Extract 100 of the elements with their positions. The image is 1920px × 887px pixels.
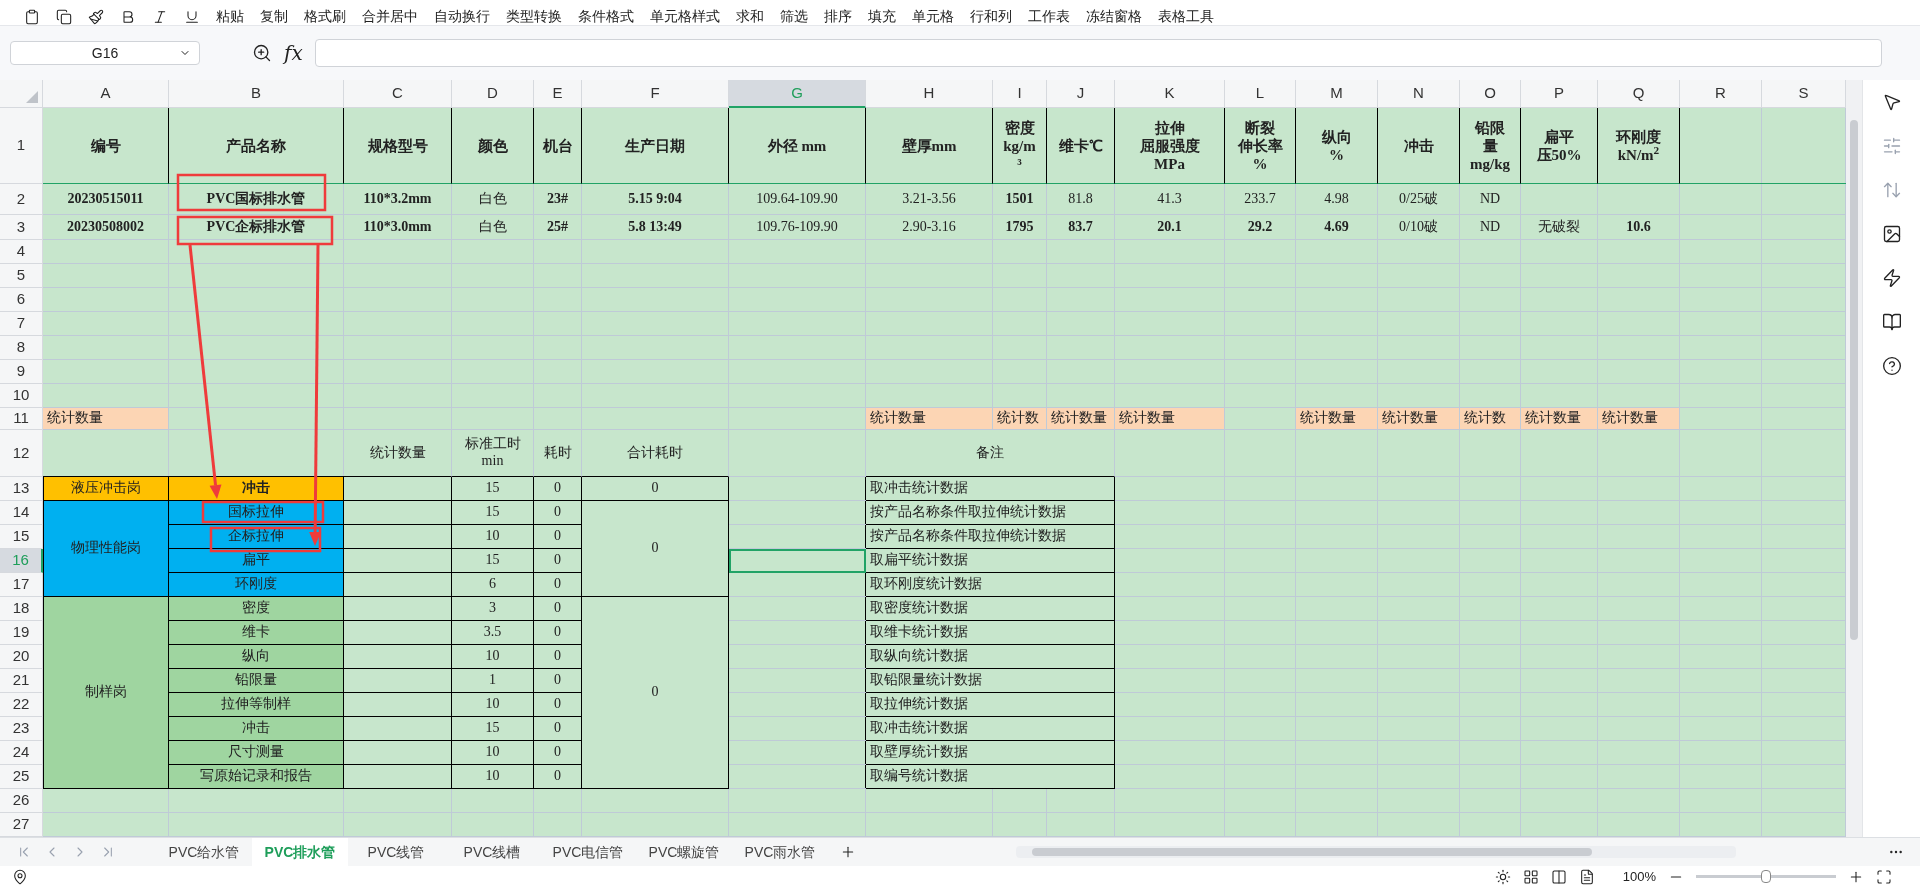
row-header[interactable]: 18 — [0, 597, 43, 621]
sheet-tab[interactable]: PVC线槽 — [444, 837, 540, 867]
row-header[interactable]: 19 — [0, 621, 43, 645]
toolbar-button[interactable]: 冻结窗格 — [1086, 7, 1142, 25]
add-sheet-icon[interactable] — [840, 844, 856, 860]
table-cell: 冲击 — [169, 717, 344, 741]
zoom-slider-thumb[interactable] — [1761, 870, 1771, 883]
underline-icon[interactable] — [184, 9, 200, 25]
image-icon[interactable] — [1881, 224, 1902, 244]
toolbar-button[interactable]: 填充 — [868, 7, 896, 25]
column-header[interactable]: E — [534, 80, 582, 108]
row-header[interactable]: 12 — [0, 430, 43, 477]
table-cell: 纵向 — [169, 645, 344, 669]
row-header[interactable]: 14 — [0, 501, 43, 525]
sheet-tab[interactable]: PVC线管 — [348, 837, 444, 867]
normal-view-icon[interactable] — [1522, 868, 1539, 885]
lightning-icon[interactable] — [1881, 268, 1902, 288]
page-break-view-icon[interactable] — [1550, 868, 1567, 885]
column-header[interactable]: N — [1378, 80, 1460, 108]
column-header[interactable]: L — [1225, 80, 1296, 108]
column-header[interactable]: O — [1460, 80, 1521, 108]
zoom-icon[interactable] — [252, 43, 272, 63]
table-cell: 统计数量 — [1115, 408, 1225, 430]
sheet-tab[interactable]: PVC排水管 — [252, 837, 348, 867]
page-view-icon[interactable] — [1578, 868, 1595, 885]
row-header[interactable]: 23 — [0, 717, 43, 741]
sheet-tab[interactable]: PVC螺旋管 — [636, 837, 732, 867]
row-header[interactable]: 8 — [0, 336, 43, 360]
toolbar-button[interactable]: 粘贴 — [216, 7, 244, 25]
row-header[interactable]: 9 — [0, 360, 43, 384]
pin-icon[interactable] — [12, 868, 28, 885]
book-icon[interactable] — [1881, 312, 1902, 332]
function-label[interactable]: fx — [284, 38, 303, 68]
sheet-tab[interactable]: PVC给水管 — [156, 837, 252, 867]
fullscreen-icon[interactable] — [1876, 868, 1892, 885]
toolbar-button[interactable]: 合并居中 — [362, 7, 418, 25]
sheet-tab[interactable]: PVC雨水管 — [732, 837, 828, 867]
row-header[interactable]: 7 — [0, 312, 43, 336]
paste-icon[interactable] — [24, 9, 40, 25]
column-header[interactable]: D — [452, 80, 534, 108]
name-box[interactable]: G16 — [10, 41, 200, 65]
column-header[interactable]: H — [866, 80, 993, 108]
toolbar-button[interactable]: 筛选 — [780, 7, 808, 25]
toolbar-button[interactable]: 求和 — [736, 7, 764, 25]
column-header[interactable]: P — [1521, 80, 1598, 108]
sliders-icon[interactable] — [1881, 136, 1902, 156]
column-header[interactable]: J — [1047, 80, 1115, 108]
toolbar-button[interactable]: 排序 — [824, 7, 852, 25]
row-header[interactable]: 20 — [0, 645, 43, 669]
row-header[interactable]: 17 — [0, 573, 43, 597]
column-header[interactable]: Q — [1598, 80, 1680, 108]
row-header[interactable]: 24 — [0, 741, 43, 765]
row-header[interactable]: 22 — [0, 693, 43, 717]
scrollbar-thumb[interactable] — [1850, 120, 1858, 640]
toolbar-button[interactable]: 工作表 — [1028, 7, 1070, 25]
row-header[interactable]: 2 — [0, 184, 43, 215]
row-header[interactable]: 25 — [0, 765, 43, 789]
row-header[interactable]: 10 — [0, 384, 43, 408]
row-header[interactable]: 21 — [0, 669, 43, 693]
zoom-level[interactable]: 100% — [1622, 866, 1656, 887]
toolbar-button[interactable]: 单元格 — [912, 7, 954, 25]
row-header[interactable]: 26 — [0, 789, 43, 813]
row-header[interactable]: 13 — [0, 477, 43, 501]
column-header[interactable]: M — [1296, 80, 1378, 108]
sheet-tab[interactable]: PVC电信管 — [540, 837, 636, 867]
column-header[interactable]: I — [993, 80, 1047, 108]
toolbar-button[interactable]: 表格工具 — [1158, 7, 1214, 25]
brush-icon[interactable] — [88, 9, 104, 25]
column-header[interactable]: R — [1680, 80, 1762, 108]
table-cell: 统计数量 — [866, 408, 993, 430]
italic-icon[interactable] — [152, 9, 168, 25]
row-header[interactable]: 4 — [0, 240, 43, 264]
column-header[interactable]: F — [582, 80, 729, 108]
column-header[interactable]: C — [344, 80, 452, 108]
toolbar-button[interactable]: 行和列 — [970, 7, 1012, 25]
row-header[interactable]: 3 — [0, 215, 43, 240]
column-header[interactable]: B — [169, 80, 344, 108]
toolbar-button[interactable]: 自动换行 — [434, 7, 490, 25]
scrollbar-thumb[interactable] — [1032, 848, 1592, 856]
row-header[interactable]: 5 — [0, 264, 43, 288]
toolbar-button[interactable]: 单元格样式 — [650, 7, 720, 25]
row-header[interactable]: 6 — [0, 288, 43, 312]
row-header[interactable]: 1 — [0, 108, 43, 184]
bold-icon[interactable] — [120, 9, 136, 25]
copy-icon[interactable] — [56, 9, 72, 25]
toolbar-button[interactable]: 条件格式 — [578, 7, 634, 25]
row-header[interactable]: 27 — [0, 813, 43, 837]
column-header[interactable]: S — [1762, 80, 1846, 108]
toolbar-button[interactable]: 格式刷 — [304, 7, 346, 25]
row-header[interactable]: 11 — [0, 408, 43, 430]
row-header[interactable]: 15 — [0, 525, 43, 549]
toolbar-button[interactable]: 复制 — [260, 7, 288, 25]
help-icon[interactable] — [1881, 356, 1902, 376]
formula-input[interactable] — [314, 39, 1882, 67]
column-header[interactable]: K — [1115, 80, 1225, 108]
horizontal-scrollbar[interactable] — [1016, 846, 1736, 858]
toolbar-button[interactable]: 类型转换 — [506, 7, 562, 25]
vertical-scrollbar[interactable] — [1846, 80, 1862, 837]
cell-text-line: % — [1329, 145, 1344, 164]
column-header[interactable]: A — [43, 80, 169, 108]
